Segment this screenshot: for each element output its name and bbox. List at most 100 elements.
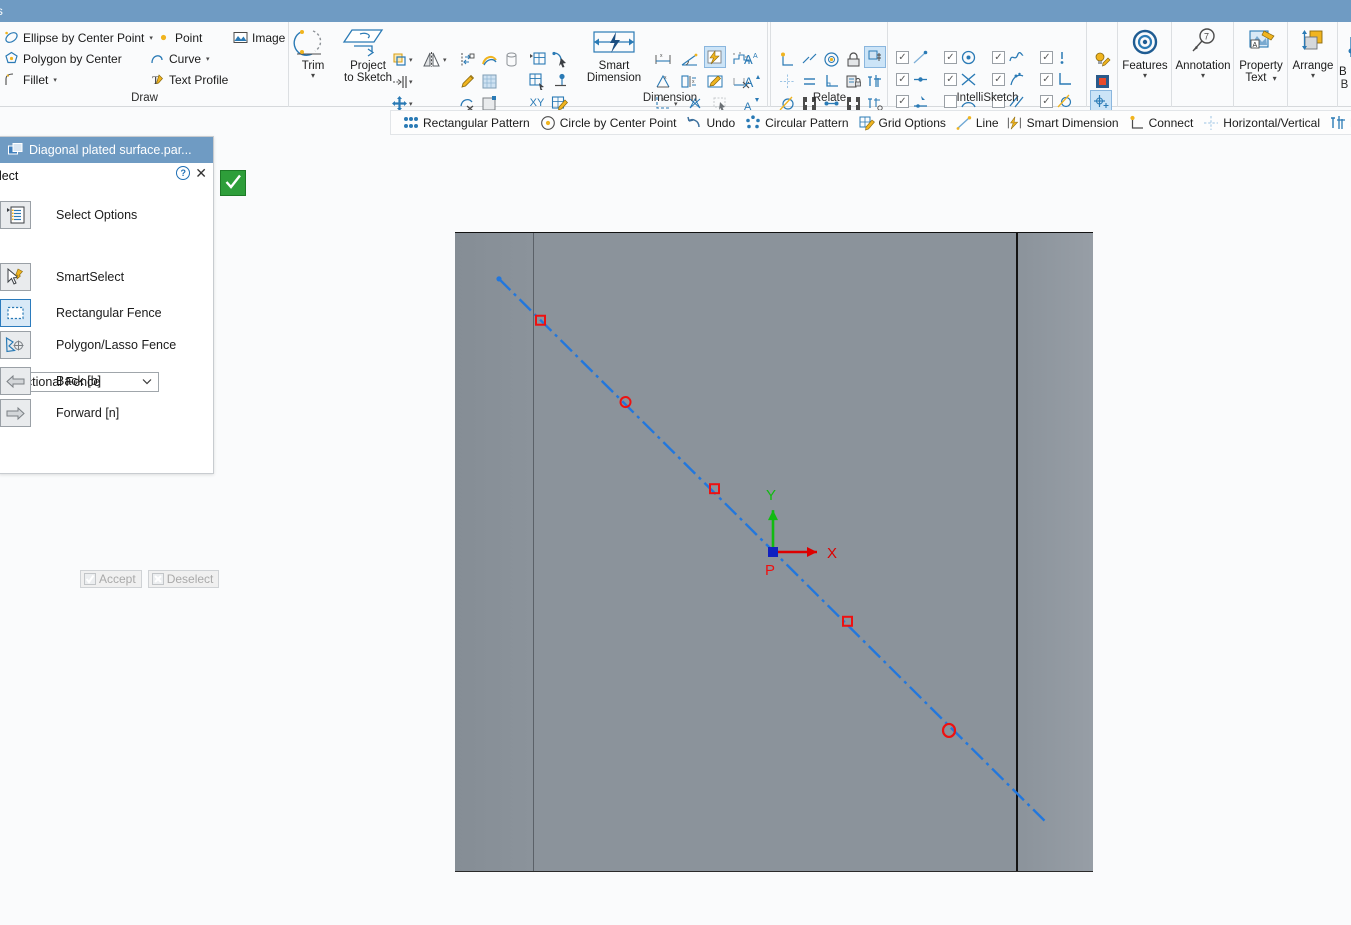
- panel-row-select-options[interactable]: Select Options: [0, 201, 137, 229]
- chevron-down-icon[interactable]: ▾: [443, 56, 447, 64]
- sketch-edit-pencil-icon-button[interactable]: [456, 70, 478, 92]
- draw-item-curve[interactable]: Curve ▾: [149, 49, 210, 68]
- checkbox-checked-icon[interactable]: ✓: [1040, 51, 1053, 64]
- panel-row-smart-select[interactable]: SmartSelect: [0, 263, 124, 291]
- property-text-button[interactable]: A Property Text ▾: [1235, 26, 1287, 84]
- trim-button[interactable]: Trim ▾: [288, 26, 338, 80]
- rectangular-fence-icon[interactable]: [0, 299, 31, 327]
- chevron-down-icon[interactable]: ▾: [149, 34, 153, 42]
- maintain-relationships-icon-button[interactable]: [842, 70, 864, 92]
- point-handle-icon-button[interactable]: [549, 70, 571, 92]
- deselect-button[interactable]: Deselect: [147, 570, 220, 588]
- arrange-button[interactable]: Arrange ▾: [1288, 26, 1338, 80]
- forward-arrow-icon[interactable]: [0, 399, 31, 427]
- panel-row-back[interactable]: Back [b]: [0, 367, 101, 395]
- features-button[interactable]: Features ▾: [1119, 26, 1171, 80]
- chevron-down-icon[interactable]: ▾: [409, 100, 413, 108]
- chevron-down-icon[interactable]: ▾: [1119, 72, 1171, 80]
- lamp-edit-icon-button[interactable]: [1091, 48, 1113, 70]
- draw-item-image[interactable]: Image: [232, 28, 285, 47]
- accept-command-button[interactable]: [220, 170, 246, 196]
- qat-connect[interactable]: Connect: [1124, 112, 1199, 134]
- collinear-relation-icon-button[interactable]: [798, 48, 820, 70]
- perpendicular-relation-icon-button[interactable]: [820, 70, 842, 92]
- chamfer-dimension-icon-button[interactable]: x: [678, 70, 700, 92]
- smart-select-icon[interactable]: [0, 263, 31, 291]
- checkbox-checked-icon[interactable]: ✓: [992, 51, 1005, 64]
- intellisketch-check-edit-point[interactable]: ✓: [1040, 50, 1068, 65]
- qat-circle-by-center-point[interactable]: Circle by Center Point: [535, 112, 682, 134]
- text-style-icon-button[interactable]: AA: [741, 48, 763, 70]
- draw-item-point[interactable]: Point: [155, 28, 202, 47]
- chevron-down-icon[interactable]: ▾: [53, 76, 57, 84]
- symmetric-relation-icon-button[interactable]: [776, 70, 798, 92]
- checkbox-checked-icon[interactable]: ✓: [944, 73, 957, 86]
- chevron-down-icon[interactable]: ▾: [409, 78, 413, 86]
- smart-dimension-small-icon-button[interactable]: [704, 46, 726, 68]
- edit-dimension-icon-button[interactable]: [704, 70, 726, 92]
- chevron-down-icon[interactable]: [142, 377, 152, 387]
- model-canvas[interactable]: X Y P: [455, 232, 1093, 872]
- chevron-down-icon[interactable]: ▾: [206, 55, 210, 63]
- polygon-lasso-fence-icon[interactable]: [0, 331, 31, 359]
- qat-grid-options[interactable]: Grid Options: [854, 112, 951, 134]
- checkbox-checked-icon[interactable]: ✓: [896, 51, 909, 64]
- intellisketch-check-midpoint[interactable]: ✓: [896, 72, 929, 87]
- qat-rectangular-pattern[interactable]: Rectangular Pattern: [398, 112, 535, 134]
- checkbox-checked-icon[interactable]: ✓: [896, 73, 909, 86]
- insert-sketch-icon-button[interactable]: [527, 48, 549, 70]
- lock-relation-icon-button[interactable]: [842, 48, 864, 70]
- intellisketch-check-center-point[interactable]: ✓: [944, 50, 977, 65]
- close-icon[interactable]: ✕: [195, 166, 207, 180]
- concentric-relation-icon-button[interactable]: [820, 48, 842, 70]
- rigid-set-relation-icon-button[interactable]: [864, 46, 886, 68]
- increase-font-size-icon-button[interactable]: A: [741, 70, 763, 92]
- qat-undo[interactable]: Undo: [681, 112, 740, 134]
- panel-row-rectangular-fence[interactable]: Rectangular Fence: [0, 299, 162, 327]
- hatch-region-icon-button[interactable]: [478, 70, 500, 92]
- relationship-handles-icon-button[interactable]: [864, 70, 886, 92]
- back-arrow-icon[interactable]: [0, 367, 31, 395]
- symmetric-offset-icon-button[interactable]: [388, 70, 410, 92]
- grid-sketch-icon-button[interactable]: [527, 70, 549, 92]
- qat-horizontal-vertical[interactable]: Horizontal/Vertical: [1198, 112, 1325, 134]
- draw-item-text-profile[interactable]: T Text Profile: [149, 70, 228, 89]
- mirror-icon-button[interactable]: [420, 48, 442, 70]
- draw-item-polygon-by-center[interactable]: Polygon by Center: [3, 49, 122, 68]
- connect-relation-icon-button[interactable]: [776, 48, 798, 70]
- offset-icon-button[interactable]: [388, 48, 410, 70]
- chevron-down-icon[interactable]: ▾: [1173, 72, 1233, 80]
- intellisketch-check-silhouette[interactable]: ✓: [992, 50, 1025, 65]
- add-origin-icon-button[interactable]: [1090, 90, 1112, 112]
- draw-item-fillet[interactable]: Fillet ▾: [3, 70, 57, 89]
- annotation-button[interactable]: 7 Annotation ▾: [1173, 26, 1233, 80]
- panel-row-forward[interactable]: Forward [n]: [0, 399, 119, 427]
- qat-line[interactable]: Line: [951, 112, 1004, 134]
- select-options-icon[interactable]: [0, 201, 31, 229]
- intellisketch-check-endpoint[interactable]: ✓: [896, 50, 929, 65]
- chevron-down-icon[interactable]: ▾: [1288, 72, 1338, 80]
- accept-button[interactable]: Accept: [80, 570, 142, 588]
- intellisketch-check-horizontal-vertical[interactable]: ✓: [1040, 72, 1073, 87]
- chevron-down-icon[interactable]: ▾: [409, 56, 413, 64]
- checkbox-checked-icon[interactable]: ✓: [944, 51, 957, 64]
- symmetric-diameter-icon-button[interactable]: x: [652, 70, 674, 92]
- angle-between-icon-button[interactable]: [678, 48, 700, 70]
- select-sketch-icon-button[interactable]: [549, 48, 571, 70]
- panel-row-polygon-lasso-fence[interactable]: Polygon/Lasso Fence: [0, 331, 176, 359]
- smart-dimension-button[interactable]: Smart Dimension: [578, 26, 650, 84]
- intellisketch-check-point-on-element[interactable]: ✓: [992, 72, 1025, 87]
- equal-relation-icon-button[interactable]: [798, 70, 820, 92]
- draw-item-ellipse-by-center-point[interactable]: Ellipse by Center Point ▾: [3, 28, 153, 47]
- chevron-down-icon[interactable]: ▾: [288, 72, 338, 80]
- checkbox-checked-icon[interactable]: ✓: [992, 73, 1005, 86]
- qat-relationship-handles[interactable]: Relationship H: [1325, 112, 1351, 134]
- fill-region-icon-button[interactable]: [478, 48, 500, 70]
- revolve-icon-button[interactable]: [500, 48, 522, 70]
- checkbox-checked-icon[interactable]: ✓: [1040, 73, 1053, 86]
- chevron-down-icon[interactable]: ▾: [1273, 74, 1277, 83]
- region-highlight-icon-button[interactable]: [1091, 70, 1113, 92]
- intellisketch-check-intersection[interactable]: ✓: [944, 72, 977, 87]
- qat-smart-dimension[interactable]: Smart Dimension: [1004, 112, 1124, 134]
- qat-circular-pattern[interactable]: Circular Pattern: [740, 112, 853, 134]
